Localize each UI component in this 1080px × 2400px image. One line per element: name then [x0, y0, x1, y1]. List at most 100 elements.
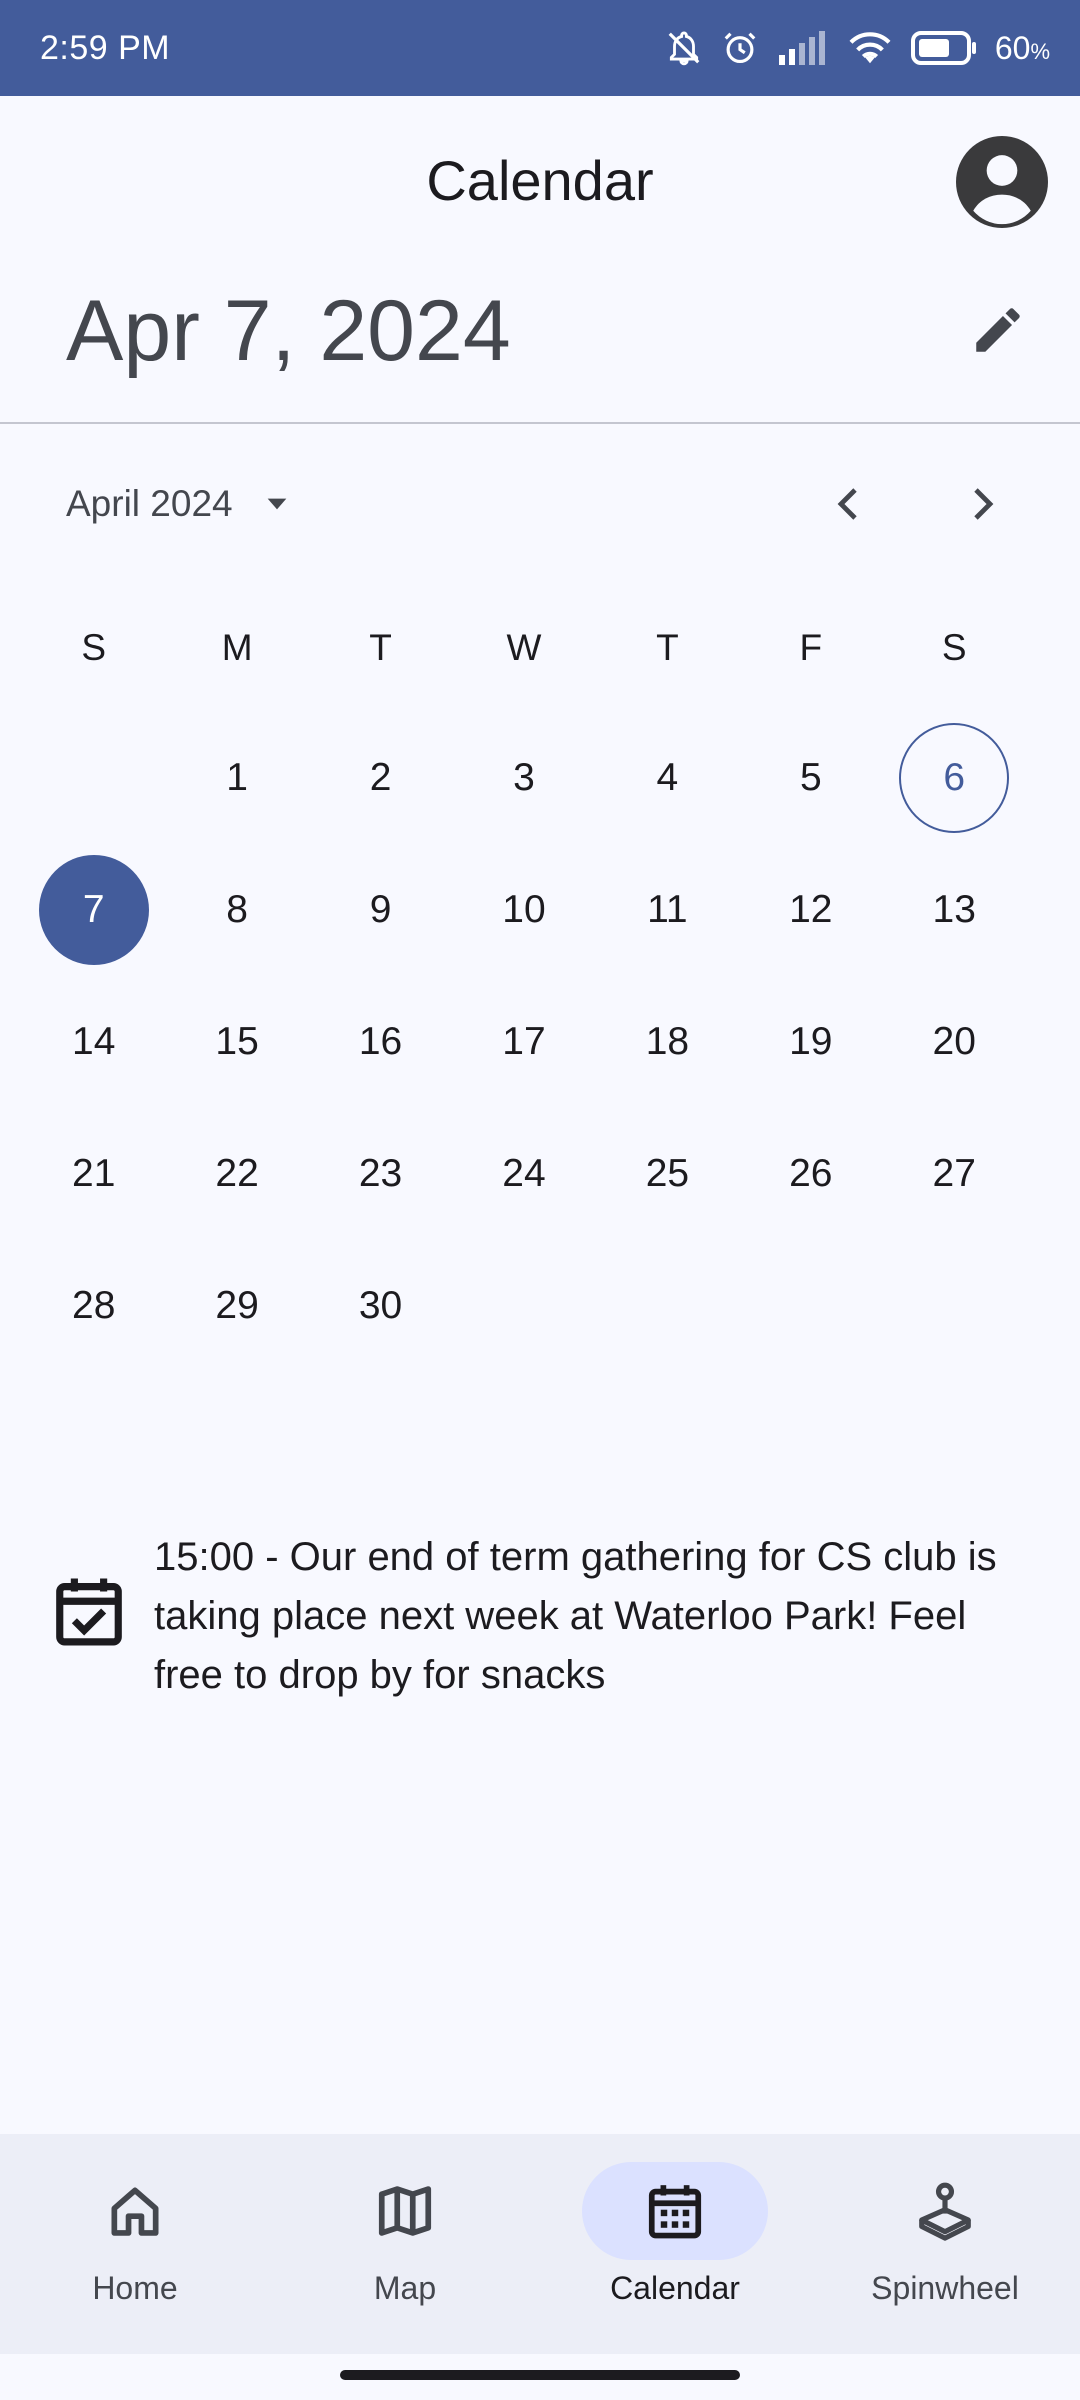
calendar-day-blank [899, 1251, 1009, 1361]
calendar-day-label: 12 [789, 888, 833, 931]
calendar-day-label: 22 [215, 1152, 259, 1195]
calendar-day-26[interactable]: 26 [739, 1108, 882, 1240]
account-avatar-button[interactable] [956, 136, 1048, 228]
calendar-day-label: 30 [358, 1284, 403, 1327]
page-title: Calendar [426, 149, 654, 212]
calendar-day-5[interactable]: 5 [739, 712, 882, 844]
weekday-label: T [369, 627, 392, 668]
calendar-day-label: 9 [369, 888, 392, 931]
calendar-day-label: 21 [72, 1152, 116, 1195]
month-year-dropdown[interactable]: April 2024 [66, 462, 293, 546]
calendar-day-2[interactable]: 2 [309, 712, 452, 844]
joystick-icon-wrap [910, 2176, 980, 2246]
calendar-day-10[interactable]: 10 [452, 844, 595, 976]
nav-item-map[interactable]: Map [270, 2134, 540, 2354]
calendar-day-3[interactable]: 3 [452, 712, 595, 844]
calendar-day-22[interactable]: 22 [165, 1108, 308, 1240]
nav-item-calendar[interactable]: Calendar [540, 2134, 810, 2354]
status-icons: 60% [665, 29, 1050, 67]
header-divider [0, 422, 1080, 424]
calendar-day-6[interactable]: 6 [883, 712, 1026, 844]
calendar-day-23[interactable]: 23 [309, 1108, 452, 1240]
calendar-day-4[interactable]: 4 [596, 712, 739, 844]
calendar-day-21[interactable]: 21 [22, 1108, 165, 1240]
weekday-label: S [81, 627, 107, 668]
bell-off-icon [668, 31, 700, 66]
gesture-handle[interactable] [340, 2370, 740, 2380]
calendar-day-label: 20 [932, 1020, 976, 1063]
calendar-icon [648, 2185, 702, 2239]
event-item[interactable]: 15:00 - Our end of term gathering for CS… [50, 1528, 1040, 1705]
month-year-label: April 2024 [66, 483, 233, 524]
calendar-day-blank [612, 1251, 722, 1361]
calendar-day-label: 7 [38, 855, 149, 965]
selected-date-text: Apr 7, 2024 [66, 283, 511, 379]
calendar-day-27[interactable]: 27 [883, 1108, 1026, 1240]
calendar-day-24[interactable]: 24 [452, 1108, 595, 1240]
calendar-day-empty [22, 712, 165, 844]
battery-icon [910, 31, 976, 65]
calendar-day-7[interactable]: 7 [22, 844, 165, 976]
calendar-day-30[interactable]: 30 [309, 1240, 452, 1372]
calendar-day-12[interactable]: 12 [739, 844, 882, 976]
bottom-navigation: Home Map Calendar Spinwheel [0, 2134, 1080, 2354]
edit-date-button[interactable] [956, 288, 1040, 372]
calendar-day-blank [39, 723, 149, 833]
calendar-day-label: 18 [645, 1020, 690, 1063]
status-time: 2:59 PM [40, 28, 171, 67]
calendar-week-row: 14 15 16 17 18 19 20 [22, 976, 1026, 1108]
calendar-day-9[interactable]: 9 [309, 844, 452, 976]
calendar-day-label: 17 [502, 1020, 546, 1063]
calendar-day-16[interactable]: 16 [309, 976, 452, 1108]
next-month-button[interactable] [940, 462, 1024, 546]
nav-label-calendar: Calendar [610, 2270, 740, 2306]
weekday-label: M [221, 627, 253, 668]
map-icon [378, 2186, 432, 2236]
calendar-day-label: 5 [799, 756, 822, 799]
wifi-icon [849, 32, 891, 64]
calendar-day-17[interactable]: 17 [452, 976, 595, 1108]
nav-item-spinwheel[interactable]: Spinwheel [810, 2134, 1080, 2354]
calendar-day-11[interactable]: 11 [596, 844, 739, 976]
calendar-day-label: 19 [789, 1020, 833, 1063]
chevron-left-icon [837, 488, 857, 520]
calendar-day-19[interactable]: 19 [739, 976, 882, 1108]
calendar-day-25[interactable]: 25 [596, 1108, 739, 1240]
calendar-day-28[interactable]: 28 [22, 1240, 165, 1372]
home-icon-wrap [100, 2176, 170, 2246]
calendar-day-label: 14 [72, 1020, 116, 1063]
calendar-day-29[interactable]: 29 [165, 1240, 308, 1372]
calendar-day-1[interactable]: 1 [165, 712, 308, 844]
caret-down-icon [267, 498, 286, 510]
calendar-day-blank [756, 1251, 866, 1361]
map-icon-wrap [370, 2176, 440, 2246]
month-navigation: April 2024 [0, 462, 1080, 546]
calendar-day-8[interactable]: 8 [165, 844, 308, 976]
calendar-day-label: 28 [72, 1284, 116, 1327]
nav-item-home[interactable]: Home [0, 2134, 270, 2354]
calendar-day-14[interactable]: 14 [22, 976, 165, 1108]
calendar-day-label: 23 [358, 1152, 403, 1195]
calendar-day-label: 25 [645, 1152, 690, 1195]
calendar-week-row: 7 8 9 10 11 12 13 [22, 844, 1026, 976]
calendar-week-row: 1 2 3 4 5 6 [22, 712, 1026, 844]
calendar-day-20[interactable]: 20 [883, 976, 1026, 1108]
calendar-week-row: 28 29 30 [22, 1240, 1026, 1372]
nav-label-home: Home [92, 2270, 178, 2306]
weekday-label: F [799, 627, 823, 668]
calendar-icon-wrap [640, 2176, 710, 2246]
event-description: 15:00 - Our end of term gathering for CS… [154, 1535, 997, 1697]
calendar-day-label: 6 [899, 723, 1010, 833]
calendar-day-empty [883, 1240, 1026, 1372]
joystick-icon [919, 2182, 971, 2241]
calendar-day-label: 29 [215, 1284, 259, 1327]
weekday-header: S M T W T F S [22, 598, 1026, 698]
calendar-day-label: 26 [789, 1152, 833, 1195]
pencil-icon [976, 308, 1020, 352]
calendar-day-18[interactable]: 18 [596, 976, 739, 1108]
calendar-day-blank [469, 1251, 579, 1361]
calendar-day-13[interactable]: 13 [883, 844, 1026, 976]
calendar-day-15[interactable]: 15 [165, 976, 308, 1108]
calendar-day-label: 10 [502, 888, 546, 931]
previous-month-button[interactable] [807, 462, 891, 546]
